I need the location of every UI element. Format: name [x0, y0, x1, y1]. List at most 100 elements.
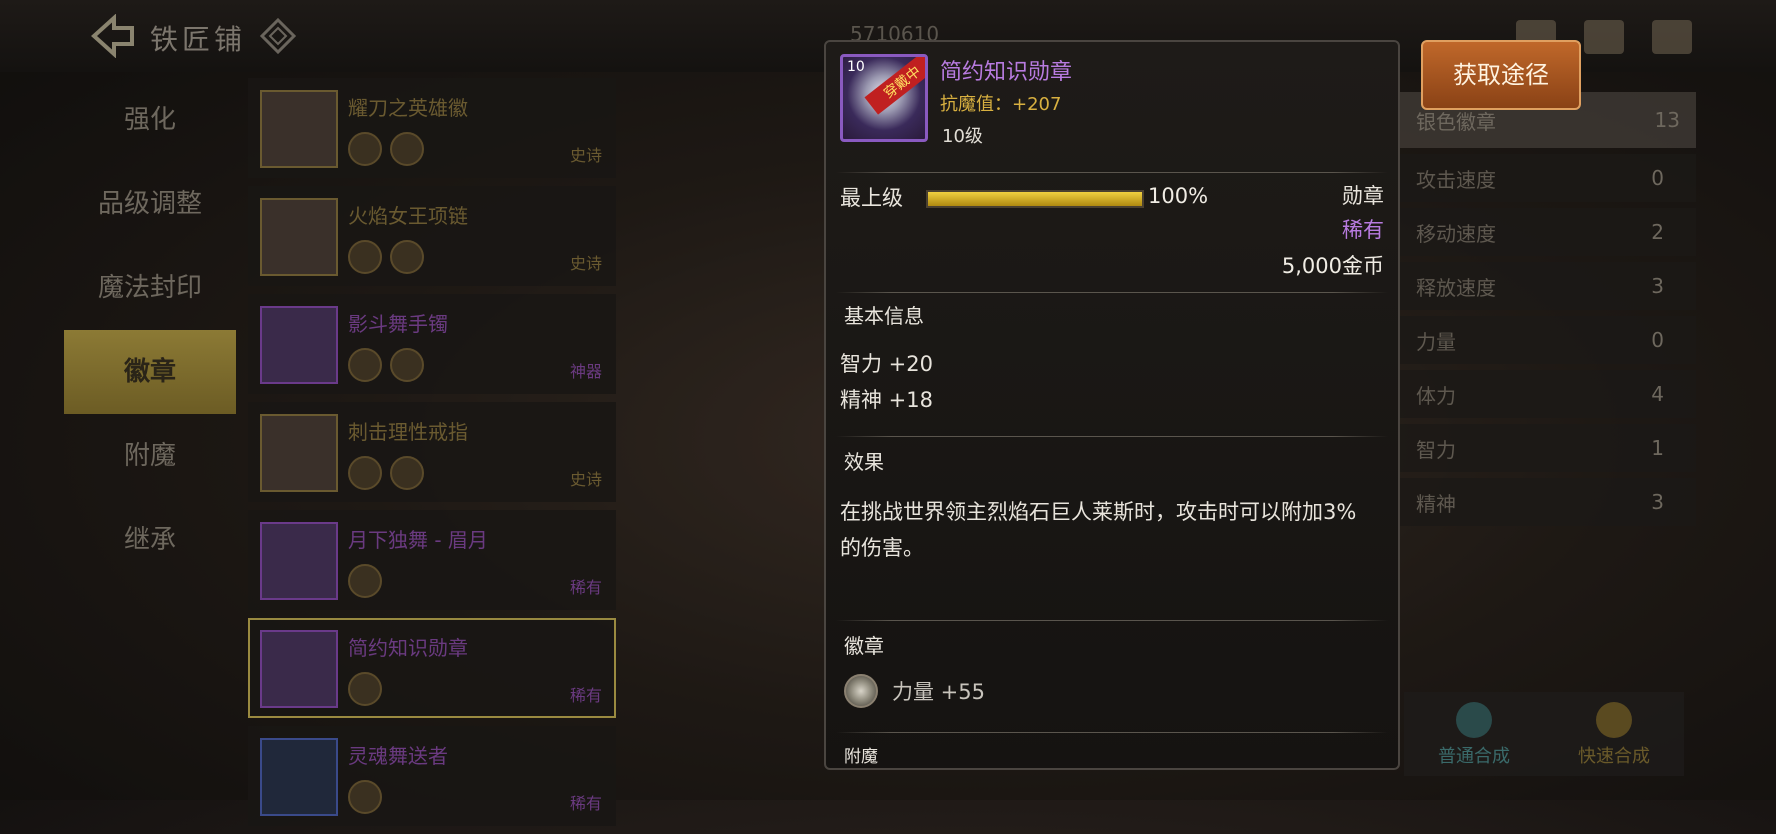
filter-value: 0	[1651, 328, 1664, 352]
filter-row[interactable]: 攻击速度 0	[1400, 154, 1696, 202]
item-name: 灵魂舞送者	[348, 744, 448, 768]
tab-enhance[interactable]: 强化	[64, 78, 236, 162]
filter-value: 2	[1651, 220, 1664, 244]
item-rarity: 稀有	[1342, 218, 1384, 242]
item-name: 影斗舞手镯	[348, 312, 448, 336]
item-rarity: 神器	[569, 362, 602, 381]
filter-row[interactable]: 精神 3	[1400, 478, 1696, 526]
normal-craft-button[interactable]: 普通合成	[1404, 692, 1544, 776]
item-title: 简约知识勋章	[940, 60, 1073, 85]
divider	[836, 732, 1388, 733]
grade-progress-text: 100%	[1148, 184, 1209, 208]
tab-inherit[interactable]: 继承	[64, 498, 236, 582]
divider	[836, 620, 1388, 621]
quick-craft-label: 快速合成	[1578, 746, 1650, 767]
item-rarity: 史诗	[569, 146, 602, 165]
list-item[interactable]: 影斗舞手镯 神器	[248, 294, 616, 394]
filter-row[interactable]: 移动速度 2	[1400, 208, 1696, 256]
grade-progress-fill	[928, 192, 1142, 206]
emblem-slot-icon	[390, 348, 424, 382]
filter-row[interactable]: 智力 1	[1400, 424, 1696, 472]
magic-resist-stat: 抗魔值：+207	[940, 94, 1062, 115]
divider	[836, 436, 1388, 437]
mail-icon[interactable]	[1584, 20, 1624, 54]
item-name: 月下独舞 - 眉月	[348, 528, 488, 552]
attr-intelligence: 智力 +20	[840, 352, 933, 376]
emblem-slot-icon	[348, 132, 382, 166]
item-type: 勋章	[1342, 184, 1384, 208]
thumb-level-badge: 10	[847, 59, 865, 75]
filter-value: 3	[1651, 490, 1664, 514]
list-item-selected[interactable]: 简约知识勋章 稀有	[248, 618, 616, 718]
emblem-slot-icon	[348, 564, 382, 598]
filter-value: 3	[1651, 274, 1664, 298]
item-thumbnail	[260, 630, 338, 708]
filter-value: 1	[1651, 436, 1664, 460]
item-rarity: 稀有	[569, 686, 602, 705]
grade-progress-bar	[926, 190, 1144, 208]
craft-icon	[1456, 702, 1492, 738]
emblem-slot-icon	[348, 348, 382, 382]
tab-grade-adjust[interactable]: 品级调整	[64, 162, 236, 246]
item-rarity: 史诗	[569, 254, 602, 273]
acquire-source-button[interactable]: 获取途径	[1421, 40, 1581, 110]
diamond-icon[interactable]	[259, 17, 297, 55]
emblem-value: 力量 +55	[892, 680, 985, 704]
effect-title: 效果	[844, 450, 884, 474]
filter-label: 力量	[1416, 329, 1456, 354]
filter-row[interactable]: 体力 4	[1400, 370, 1696, 418]
blacksmith-tabs: 强化 品级调整 魔法封印 徽章 附魔 继承	[64, 78, 236, 582]
attr-spirit: 精神 +18	[840, 388, 933, 412]
wearing-ribbon: 穿戴中	[864, 57, 925, 115]
normal-craft-label: 普通合成	[1438, 746, 1510, 767]
divider	[836, 172, 1388, 173]
filter-label: 精神	[1416, 491, 1456, 516]
item-thumbnail	[260, 198, 338, 276]
emblem-gem-icon	[844, 674, 878, 708]
emblem-filter-panel: 银色徽章 13 攻击速度 0 移动速度 2 释放速度 3 力量 0 体力 4 智力 1 精神…	[1400, 92, 1696, 526]
chat-icon[interactable]	[1652, 20, 1692, 54]
emblem-slot-icon	[390, 132, 424, 166]
filter-value: 4	[1651, 382, 1664, 406]
filter-row[interactable]: 释放速度 3	[1400, 262, 1696, 310]
back-arrow-icon[interactable]	[88, 13, 136, 59]
item-name: 刺击理性戒指	[348, 420, 468, 444]
emblem-title: 徽章	[844, 634, 884, 658]
list-item[interactable]: 月下独舞 - 眉月 稀有	[248, 510, 616, 610]
filter-label: 释放速度	[1416, 275, 1496, 300]
list-item[interactable]: 火焰女王项链 史诗	[248, 186, 616, 286]
filter-value: 0	[1651, 166, 1664, 190]
craft-icon	[1596, 702, 1632, 738]
tab-emblem[interactable]: 徽章	[64, 330, 236, 414]
item-thumbnail	[260, 90, 338, 168]
filter-header-count: 13	[1654, 108, 1680, 132]
item-price: 5,000金币	[1281, 254, 1384, 278]
empty-slot-icon	[348, 780, 382, 814]
item-level: 10级	[942, 126, 983, 147]
item-name: 耀刀之英雄徽	[348, 96, 468, 120]
list-item[interactable]: 灵魂舞送者 稀有	[248, 726, 616, 826]
quick-craft-button[interactable]: 快速合成	[1544, 692, 1684, 776]
equipment-list: 耀刀之英雄徽 史诗 火焰女王项链 史诗 影斗舞手镯 神器 刺击理性戒指 史诗 月…	[248, 78, 616, 834]
item-rarity: 稀有	[569, 578, 602, 597]
filter-label: 移动速度	[1416, 221, 1496, 246]
tab-enchant[interactable]: 附魔	[64, 414, 236, 498]
effect-text: 在挑战世界领主烈焰石巨人莱斯时，攻击时可以附加3%的伤害。	[840, 500, 1357, 560]
item-thumbnail	[260, 522, 338, 600]
tab-magic-seal[interactable]: 魔法封印	[64, 246, 236, 330]
item-rarity: 稀有	[569, 794, 602, 813]
medal-icon: 10 穿戴中	[840, 54, 928, 142]
item-thumbnail	[260, 414, 338, 492]
item-tooltip: 10 穿戴中 简约知识勋章 抗魔值：+207 10级 最上级 100% 勋章 稀…	[824, 40, 1400, 770]
filter-label: 体力	[1416, 383, 1456, 408]
filter-row[interactable]: 力量 0	[1400, 316, 1696, 364]
item-rarity: 史诗	[569, 470, 602, 489]
item-name: 火焰女王项链	[348, 204, 468, 228]
emblem-slot-icon	[390, 456, 424, 490]
list-item[interactable]: 刺击理性戒指 史诗	[248, 402, 616, 502]
basic-info-title: 基本信息	[844, 304, 924, 328]
filter-label: 攻击速度	[1416, 167, 1496, 192]
emblem-slot-icon	[348, 456, 382, 490]
enchant-title: 附魔	[844, 747, 878, 767]
list-item[interactable]: 耀刀之英雄徽 史诗	[248, 78, 616, 178]
